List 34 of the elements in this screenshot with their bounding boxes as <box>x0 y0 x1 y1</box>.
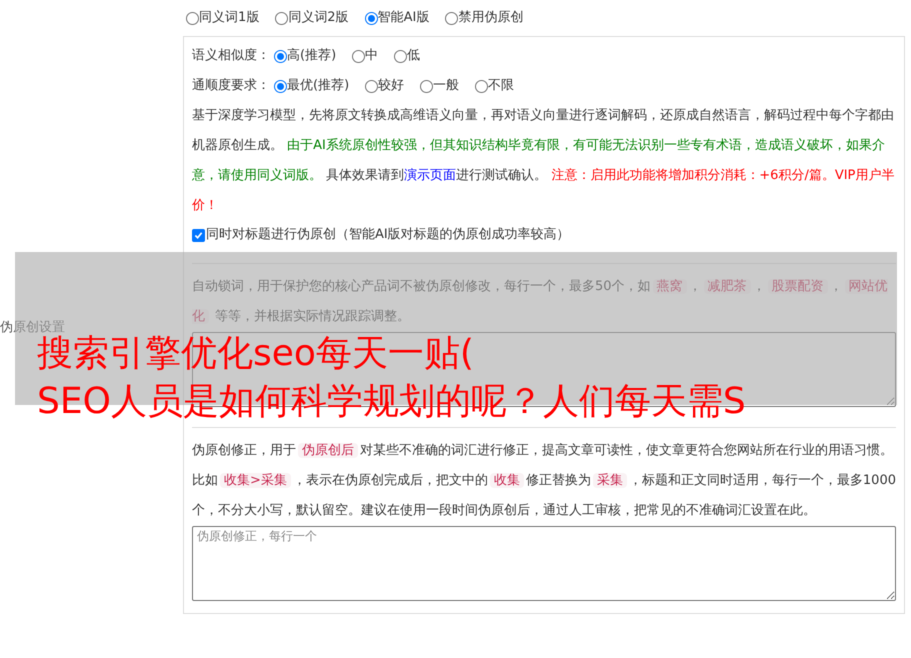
demo-page-link[interactable]: 演示页面 <box>404 168 456 183</box>
checkbox[interactable] <box>192 228 205 242</box>
radio-option[interactable]: 中 <box>352 46 378 66</box>
radio-button[interactable] <box>394 50 408 62</box>
title-checkbox-option[interactable]: 同时对标题进行伪原创（智能AI版对标题的伪原创成功率较高） <box>192 221 896 249</box>
corrections-description: 伪原创修正，用于 伪原创后 对某些不准确的词汇进行修正，提高文章可读性，使文章更符合您网站所在行业的用语习惯。比如 收集>采集 ，表示在伪原创完成后，把文中的 收集 修正替换为 采集 ，标题和正文同时适用，每行一个，最多1000个，不分大小写，默认留空。建议在使用一段时间伪原创后，通过人工审核，把常见的不准确词汇设置在此。 <box>192 442 896 520</box>
radio-button[interactable] <box>352 50 366 62</box>
overlay-title-line: SEO人员是如何科学规划的呢？人们每天需S <box>37 380 746 424</box>
radio-option[interactable]: 最优(推荐) <box>274 76 350 96</box>
overlay-title-line: 搜索引擎优化seo每天一贴( <box>37 332 474 376</box>
radio-button[interactable] <box>445 12 458 24</box>
radio-option[interactable]: 禁用伪原创 <box>445 8 524 28</box>
field-label: 语义相似度： <box>192 47 270 66</box>
corrections-field[interactable]: 伪原创修正，每行一个 <box>192 526 896 601</box>
radio-button[interactable] <box>274 80 287 92</box>
radio-button[interactable] <box>364 12 378 24</box>
settings-label: 伪原创设置 <box>0 319 65 336</box>
radio-option[interactable]: 一般 <box>420 76 460 96</box>
lock-words-description: 自动锁词，用于保护您的核心产品词不被伪原创修改，每行一个，最多50个，如 燕窝 ， 减肥茶 ， 股票配资 ， 网站优化 等等，并根据实际情况跟踪调整。 <box>192 278 889 326</box>
radio-button[interactable] <box>475 80 488 92</box>
radio-button[interactable] <box>275 12 288 24</box>
radio-button[interactable] <box>274 50 287 62</box>
radio-option[interactable]: 智能AI版 <box>364 8 430 28</box>
radio-button[interactable] <box>365 80 378 92</box>
field-label: 通顺度要求： <box>192 77 270 96</box>
radio-option[interactable]: 不限 <box>475 76 514 96</box>
radio-button[interactable] <box>420 80 434 92</box>
radio-option[interactable]: 同义词1版 <box>186 8 260 28</box>
radio-button[interactable] <box>186 12 199 24</box>
radio-option[interactable]: 同义词2版 <box>275 8 349 28</box>
radio-option[interactable]: 低 <box>394 46 420 66</box>
radio-option[interactable]: 高(推荐) <box>274 46 336 66</box>
ai-description: 基于深度学习模型，先将原文转换成高维语义向量，再对语义向量进行逐词解码，还原成自然语言，解码过程中每个字都由机器原创生成。 由于AI系统原创性较强，但其知识结构毕竟有限，有可能无法识别一些专有术语，造成语义破坏，如果介意，请使用同义词版。 具体效果请到演示页面进行测试确认。 注意：启用此功能将增加积分消耗：+6积分/篇。VIP用户半价！ <box>192 107 896 215</box>
radio-option[interactable]: 较好 <box>365 76 404 96</box>
